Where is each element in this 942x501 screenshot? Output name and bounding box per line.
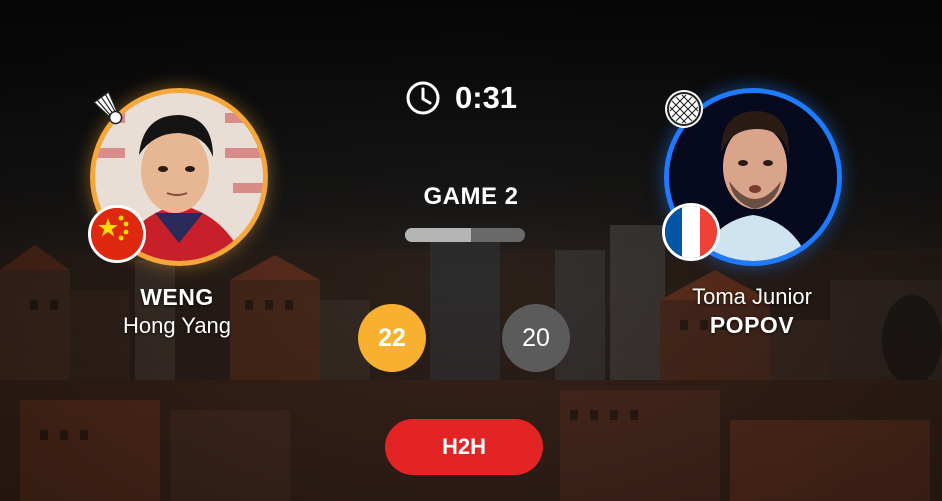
h2h-button[interactable]: H2H [385, 419, 543, 475]
player-left-surname: WENG [140, 284, 214, 310]
timer-value: 0:31 [455, 80, 518, 115]
france-flag-icon [662, 203, 720, 261]
player-right-score: 20 [502, 304, 570, 372]
china-flag-icon [88, 205, 146, 263]
player-right-name: Toma Junior POPOV [632, 283, 872, 340]
player-left-score: 22 [358, 304, 426, 372]
racket-icon [665, 90, 703, 128]
player-left-given-name: Hong Yang [122, 313, 232, 338]
game-progress-fill [405, 228, 471, 242]
clock-icon [406, 81, 440, 115]
shuttlecock-icon [92, 90, 123, 125]
player-right-surname: POPOV [709, 312, 795, 338]
game-label: GAME 2 [423, 183, 519, 210]
player-left-name: WENG Hong Yang [57, 283, 297, 340]
game-progress-bar [405, 228, 525, 242]
match-timer: 0:31 [405, 78, 517, 118]
player-right-given-name: Toma Junior [692, 284, 812, 309]
